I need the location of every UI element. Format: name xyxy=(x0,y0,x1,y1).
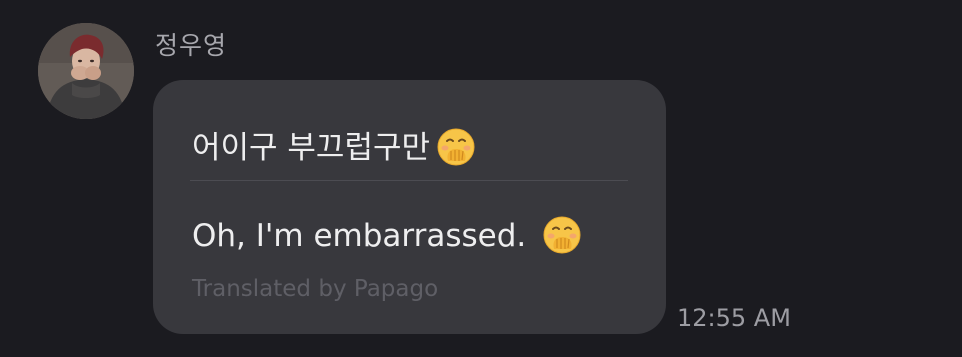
profile-photo-icon xyxy=(38,23,134,119)
original-message-text: 어이구 부끄럽구만 xyxy=(192,130,431,166)
original-message: 어이구 부끄럽구만 xyxy=(192,122,476,167)
translated-message: Oh, I'm embarrassed. xyxy=(192,215,582,255)
face-with-hand-over-mouth-icon xyxy=(436,127,476,167)
translation-credit: Translated by Papago xyxy=(192,276,439,302)
message-bubble[interactable]: 어이구 부끄럽구만 Oh, I'm embarrassed. Translate… xyxy=(153,80,666,334)
message-timestamp: 12:55 AM xyxy=(677,304,791,332)
chat-screen: 정우영 어이구 부끄럽구만 Oh, I'm embarrassed. Trans… xyxy=(0,0,962,357)
sender-avatar[interactable] xyxy=(38,23,134,119)
translation-divider xyxy=(190,180,628,181)
sender-name: 정우영 xyxy=(155,31,228,60)
face-with-hand-over-mouth-icon xyxy=(542,215,582,255)
translated-message-text: Oh, I'm embarrassed. xyxy=(192,218,527,254)
